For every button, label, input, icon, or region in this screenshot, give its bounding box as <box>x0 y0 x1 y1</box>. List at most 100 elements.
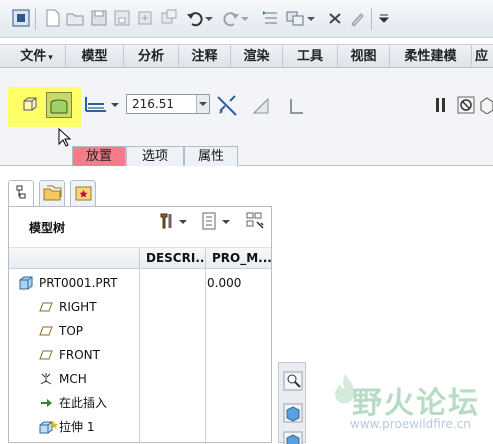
window-icon[interactable] <box>160 9 178 27</box>
column-header-description-label: DESCRI... <box>146 251 205 265</box>
datum-plane-icon <box>39 348 53 362</box>
undo-dropdown-icon[interactable] <box>204 9 214 27</box>
tree-settings-icon[interactable] <box>157 211 177 231</box>
menu-view[interactable]: 视图 <box>338 45 390 68</box>
coordinate-system-icon <box>39 372 53 386</box>
tree-settings-dropdown-icon[interactable] <box>178 216 188 226</box>
tab-placement[interactable]: 放置 <box>72 146 126 166</box>
menu-model[interactable]: 模型 <box>66 45 124 68</box>
favorites-icon <box>75 186 92 201</box>
regen-list-icon[interactable] <box>262 9 280 27</box>
tree-row-mch[interactable]: MCH <box>39 369 139 389</box>
tree-column-header: DESCRI... PRO_M... <box>9 247 271 269</box>
tab-options[interactable]: 选项 <box>126 146 184 166</box>
menu-model-label: 模型 <box>81 49 108 64</box>
pause-icon[interactable] <box>434 97 448 113</box>
tree-show-icon[interactable] <box>199 211 219 231</box>
new-feature-star-icon <box>50 415 58 429</box>
tree-row-label: TOP <box>59 324 84 338</box>
remove-material-icon[interactable] <box>250 95 272 117</box>
undo-icon[interactable] <box>186 9 204 27</box>
menu-annotate[interactable]: 注释 <box>179 45 231 68</box>
menu-analysis-label: 分析 <box>137 49 164 64</box>
datum-plane-icon <box>39 324 53 338</box>
side-toolbar <box>278 362 306 444</box>
menu-annotate-label: 注释 <box>191 49 218 64</box>
regenerate-icon[interactable] <box>136 9 154 27</box>
column-header-pro-mp[interactable]: PRO_M... <box>205 248 271 269</box>
tree-row-top[interactable]: TOP <box>39 321 139 341</box>
tab-properties-label: 属性 <box>197 149 224 164</box>
watermark-text: 野火论坛 <box>352 386 480 421</box>
save-copy-icon[interactable] <box>113 9 131 27</box>
tree-row-label: MCH <box>59 372 87 386</box>
thicken-sketch-icon[interactable] <box>286 96 308 118</box>
tree-row-extrude[interactable]: 拉伸 1 <box>39 417 139 437</box>
mouse-cursor-icon <box>58 127 72 148</box>
model-tree-panel: 模型树 DESCRI... PRO_M... PRT0001.PRT 0.000… <box>8 206 272 444</box>
zoom-icon[interactable] <box>283 371 303 391</box>
model-tree-icon <box>16 185 26 199</box>
menu-applications[interactable]: 应 <box>472 45 493 68</box>
column-header-description[interactable]: DESCRI... <box>139 248 205 269</box>
depth-options-dropdown-icon[interactable] <box>110 99 120 109</box>
navigator-panel: 模型树 DESCRI... PRO_M... PRT0001.PRT 0.000… <box>8 176 272 444</box>
save-icon[interactable] <box>90 9 108 27</box>
customize-toolbar-icon[interactable] <box>378 9 390 27</box>
datum-plane-icon <box>39 300 53 314</box>
menu-file[interactable]: 文件 ▾ <box>8 45 66 68</box>
tree-row-label: RIGHT <box>59 300 97 314</box>
tree-row-label: PRT0001.PRT <box>39 276 118 290</box>
tree-row-label: FRONT <box>59 348 100 362</box>
extrude-dashboard: 216.51 放置 选项 属性 <box>0 68 493 166</box>
open-file-icon[interactable] <box>66 9 84 27</box>
depth-blind-icon[interactable] <box>84 93 108 115</box>
quick-access-toolbar <box>0 0 493 38</box>
tab-properties[interactable]: 属性 <box>184 146 238 166</box>
menu-analysis[interactable]: 分析 <box>124 45 179 68</box>
tab-options-label: 选项 <box>141 149 168 164</box>
windows-icon[interactable] <box>286 9 304 27</box>
chevron-down-icon: ▾ <box>48 53 53 63</box>
new-file-icon[interactable] <box>44 9 62 27</box>
menu-flexible-modeling[interactable]: 柔性建模 <box>390 45 472 68</box>
model-tree-title: 模型树 <box>29 221 66 235</box>
solid-icon[interactable] <box>21 95 39 113</box>
redo-icon[interactable] <box>222 9 240 27</box>
tree-row-front[interactable]: FRONT <box>39 345 139 365</box>
windows-dropdown-icon[interactable] <box>306 9 316 27</box>
tab-favorites[interactable] <box>70 180 96 206</box>
surface-icon[interactable] <box>46 92 72 118</box>
tree-row-label: 在此插入 <box>59 396 108 410</box>
tree-show-dropdown-icon[interactable] <box>221 216 231 226</box>
tab-folder-browser[interactable] <box>39 180 65 206</box>
folder-browser-icon <box>43 185 62 201</box>
column-header-pro-mp-label: PRO_M... <box>212 251 271 265</box>
menu-tools[interactable]: 工具 <box>283 45 338 68</box>
tab-model-tree[interactable] <box>8 180 34 207</box>
insert-here-arrow-icon <box>39 396 53 410</box>
close-window-icon[interactable] <box>326 9 344 27</box>
menu-render[interactable]: 渲染 <box>231 45 283 68</box>
redo-dropdown-icon[interactable] <box>240 9 250 27</box>
app-icon[interactable] <box>12 9 30 27</box>
tree-row-value: 0.000 <box>207 276 242 290</box>
tree-filter-icon[interactable] <box>245 211 267 231</box>
menu-view-label: 视图 <box>350 49 377 64</box>
tab-placement-label: 放置 <box>85 149 112 164</box>
menu-flexible-modeling-label: 柔性建模 <box>404 49 457 64</box>
verify-preview-icon[interactable] <box>479 96 493 115</box>
menu-render-label: 渲染 <box>243 49 270 64</box>
depth-value-dropdown-icon[interactable] <box>196 95 209 113</box>
menu-file-label: 文件 <box>20 49 47 64</box>
tree-row-insert-here[interactable]: 在此插入 <box>39 393 139 413</box>
tree-row-part[interactable]: PRT0001.PRT 0.000 <box>19 273 259 293</box>
flip-direction-icon[interactable] <box>216 95 238 117</box>
view-icon[interactable] <box>283 431 303 444</box>
brush-icon[interactable] <box>348 9 366 27</box>
view-cube-icon[interactable] <box>283 403 303 423</box>
tree-row-label: 拉伸 1 <box>59 420 95 434</box>
part-icon <box>19 276 33 290</box>
no-preview-icon[interactable] <box>457 96 475 114</box>
tree-row-right[interactable]: RIGHT <box>39 297 139 317</box>
